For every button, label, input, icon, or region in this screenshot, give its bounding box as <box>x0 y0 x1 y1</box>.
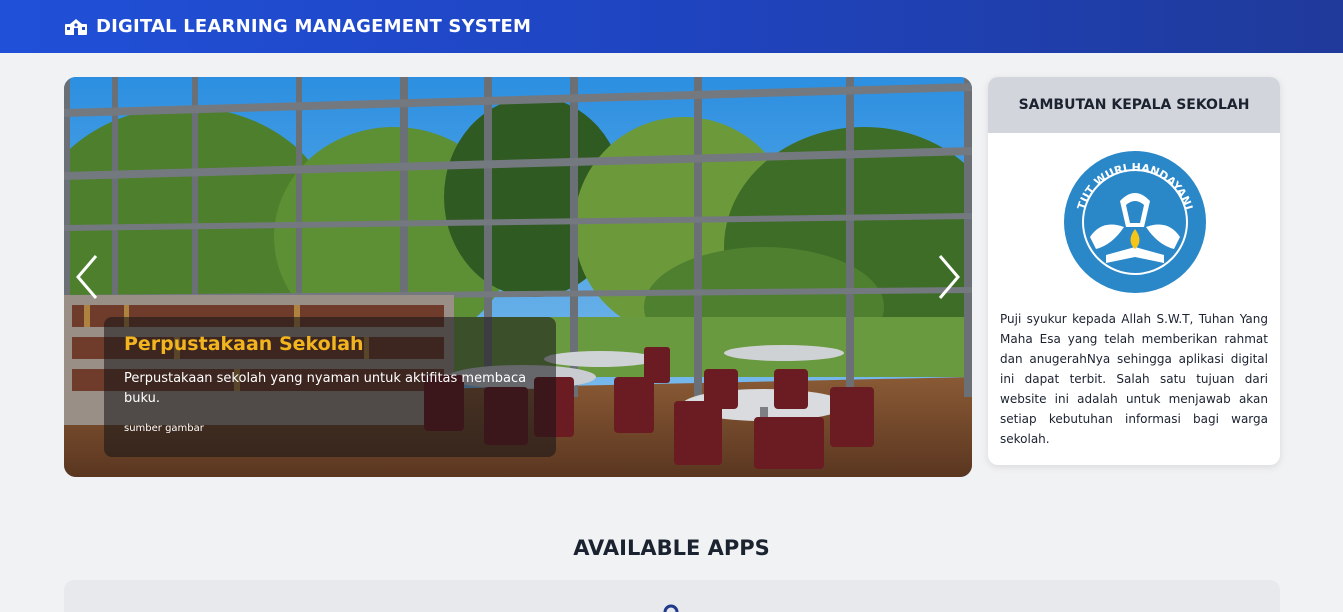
chevron-left-icon[interactable] <box>68 252 108 302</box>
card-header: SAMBUTAN KEPALA SEKOLAH <box>988 77 1280 133</box>
top-navbar: DIGITAL LEARNING MANAGEMENT SYSTEM <box>0 0 1343 53</box>
slide-source-link[interactable]: sumber gambar <box>124 423 536 434</box>
available-apps-heading: AVAILABLE APPS <box>573 536 770 560</box>
chevron-right-icon[interactable] <box>928 252 968 302</box>
welcome-message: Puji syukur kepada Allah S.W.T, Tuhan Ya… <box>1000 312 1268 446</box>
slide-description: Perpustakaan sekolah yang nyaman untuk a… <box>124 371 527 406</box>
principal-welcome-card: SAMBUTAN KEPALA SEKOLAH TUT WURI HANDAYA… <box>988 77 1280 465</box>
school-icon <box>65 18 87 35</box>
site-title[interactable]: DIGITAL LEARNING MANAGEMENT SYSTEM <box>96 16 531 37</box>
tut-wuri-handayani-logo: TUT WURI HANDAYANI <box>1064 151 1206 293</box>
slide-title: Perpustakaan Sekolah <box>124 333 364 355</box>
app-icon[interactable] <box>660 604 682 612</box>
hero-carousel: Perpustakaan Sekolah Perpustakaan sekola… <box>64 77 972 477</box>
slide-caption: Perpustakaan Sekolah Perpustakaan sekola… <box>104 317 556 457</box>
